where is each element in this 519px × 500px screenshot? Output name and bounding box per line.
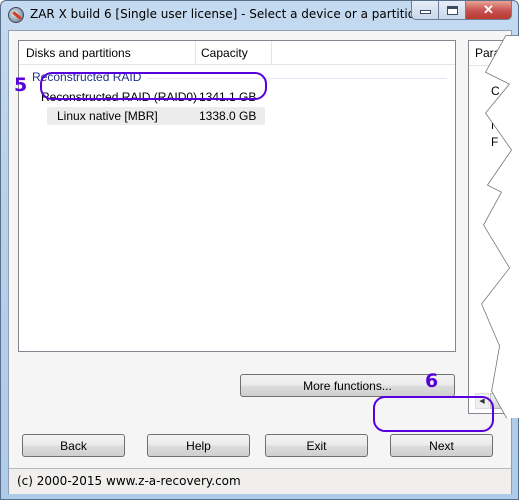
parameter-label: F [491,135,499,149]
next-button[interactable]: Next [390,434,493,457]
copyright-text: (c) 2000-2015 www.z-a-recovery.com [17,474,241,488]
parameter-label: C [491,84,500,98]
list-header: Disks and partitions Capacity [19,41,455,65]
annotation-highlight-step-5 [40,72,267,100]
title-bar[interactable]: ZAR X build 6 [Single user license] - Se… [1,1,518,29]
annotation-step-5: 5 [14,74,28,96]
more-functions-button[interactable]: More functions... [240,374,455,397]
column-header-capacity[interactable]: Capacity [201,46,248,60]
parameters-header[interactable]: Para [475,46,500,60]
back-button[interactable]: Back [22,434,125,457]
list-item-selected[interactable]: Linux native [MBR] 1338.0 GB [47,107,265,125]
header-divider [469,65,512,66]
exit-button[interactable]: Exit [265,434,368,457]
column-header-disks[interactable]: Disks and partitions [26,46,131,60]
parameters-panel[interactable]: Para C Sta Nu F ◀ [468,40,512,414]
annotation-step-6: 6 [425,370,439,392]
minimize-button[interactable] [411,1,439,20]
maximize-button[interactable] [439,1,466,20]
column-separator[interactable] [271,41,272,65]
caption-buttons: ✕ [411,1,512,21]
close-button[interactable]: ✕ [466,1,512,20]
help-button[interactable]: Help [147,434,250,457]
item-name: Linux native [MBR] [57,109,158,123]
window-title: ZAR X build 6 [Single user license] - Se… [30,7,415,21]
close-icon: ✕ [483,2,494,17]
app-icon[interactable] [8,7,24,23]
annotation-highlight-step-6 [373,396,494,432]
minimize-icon [419,10,431,14]
item-capacity: 1338.0 GB [199,109,257,123]
column-separator[interactable] [195,41,196,65]
maximize-icon [446,5,458,15]
status-bar: (c) 2000-2015 www.z-a-recovery.com [9,468,511,494]
parameter-label: Sta [491,101,510,115]
parameter-label: Nu [491,118,507,132]
